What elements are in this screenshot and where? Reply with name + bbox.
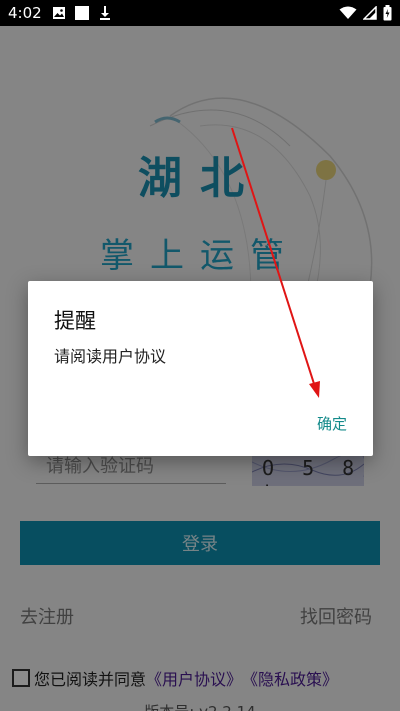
- image-icon: [52, 7, 65, 19]
- status-time: 4:02: [8, 4, 42, 22]
- signal-icon: [363, 6, 377, 20]
- download-icon: [99, 6, 110, 20]
- battery-icon: [383, 5, 392, 21]
- status-bar: 4:02: [0, 0, 400, 26]
- square-icon: [74, 6, 89, 20]
- notification-icons: [52, 5, 112, 21]
- confirm-button[interactable]: 确定: [317, 413, 347, 434]
- reminder-dialog: 提醒 请阅读用户协议 确定: [28, 281, 373, 456]
- system-icons: [339, 5, 392, 21]
- wifi-icon: [339, 6, 357, 19]
- dialog-message: 请阅读用户协议: [54, 347, 167, 366]
- dialog-title: 提醒: [54, 309, 96, 333]
